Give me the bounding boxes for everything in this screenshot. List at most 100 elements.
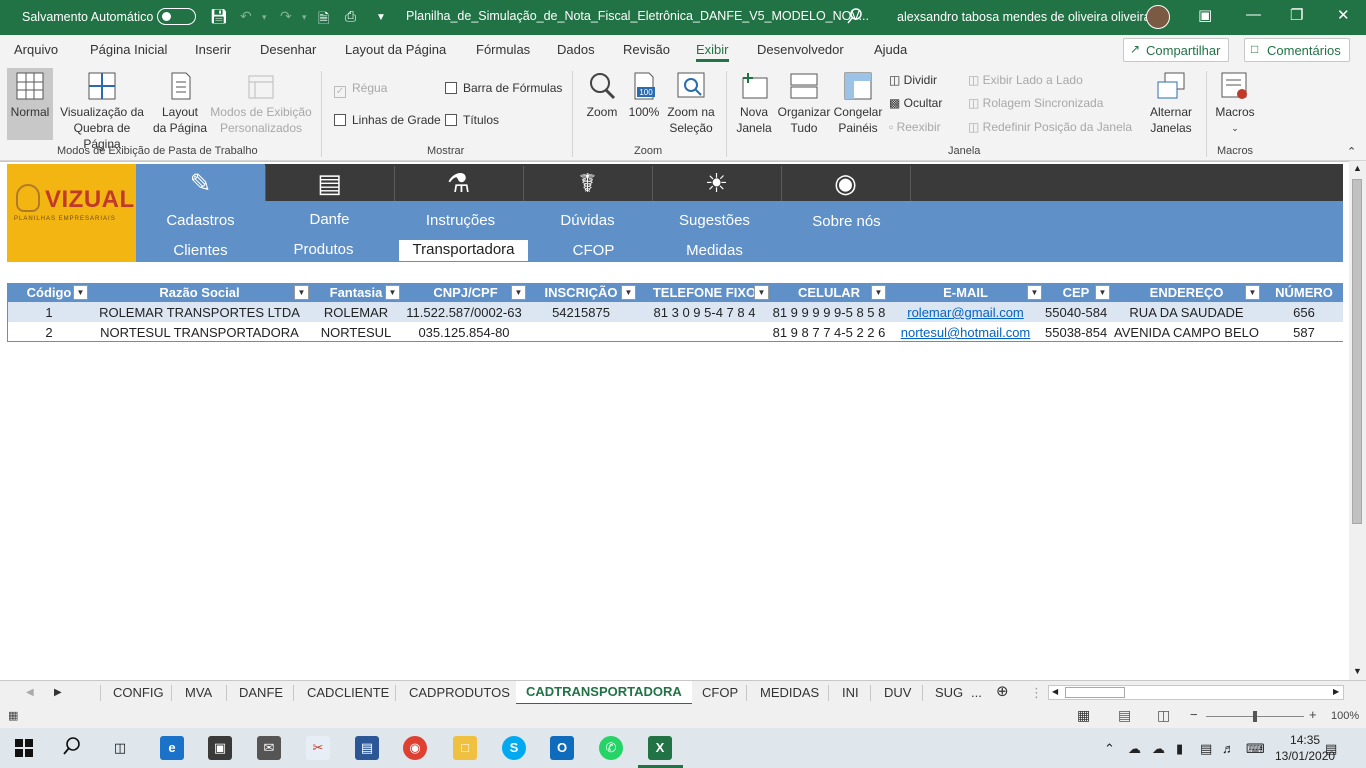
question-people-icon[interactable]: ☤ xyxy=(523,168,652,198)
ruler-checkbox[interactable]: ✓ Régua xyxy=(334,81,387,98)
chrome-icon[interactable]: ◉ xyxy=(403,736,427,760)
network-icon[interactable]: ▤ xyxy=(1200,741,1212,757)
cell-email[interactable]: nortesul@hotmail.com xyxy=(891,325,1040,340)
cell-telefone-fixo[interactable]: 81 3 0 9 5-4 7 8 4 xyxy=(647,305,762,320)
vertical-scrollbar[interactable]: ▲ ▼ xyxy=(1349,161,1366,680)
tab-splitter-icon[interactable]: ⋮ xyxy=(1030,685,1043,701)
skype-icon[interactable]: S xyxy=(502,736,526,760)
filter-dropdown-icon[interactable]: ▼ xyxy=(1095,285,1110,300)
scroll-right-icon[interactable]: ▶ xyxy=(1333,687,1339,696)
store-icon[interactable]: ▣ xyxy=(208,736,232,760)
snipping-tool-icon[interactable]: ✂ xyxy=(306,736,330,760)
freeze-panes-button[interactable]: Congelar Painéis xyxy=(832,72,884,136)
cell-cep[interactable]: 55038-854 xyxy=(1045,325,1107,340)
cell-razao-social[interactable]: NORTESUL TRANSPORTADORA xyxy=(97,325,302,340)
zoom-slider-thumb[interactable] xyxy=(1253,711,1257,722)
filter-dropdown-icon[interactable]: ▼ xyxy=(871,285,886,300)
cell-cnpj-cpf[interactable]: 11.522.587/0002-63 xyxy=(403,305,525,320)
avatar[interactable] xyxy=(1146,5,1170,29)
tray-chevron-icon[interactable]: ⌃ xyxy=(1104,741,1115,757)
page-break-preview-button[interactable]: Visualização da Quebra de Página xyxy=(54,72,150,152)
sheet-tab-config[interactable]: CONFIG xyxy=(113,685,164,700)
filter-dropdown-icon[interactable]: ▼ xyxy=(754,285,769,300)
cell-numero[interactable]: 587 xyxy=(1269,325,1339,340)
unhide-button[interactable]: ▫ Reexibir xyxy=(889,120,941,134)
sheet-tab-danfe[interactable]: DANFE xyxy=(239,685,283,700)
cell-endereco[interactable]: RUA DA SAUDADE xyxy=(1114,305,1259,320)
filter-dropdown-icon[interactable]: ▼ xyxy=(73,285,88,300)
undo-icon[interactable]: ↶ xyxy=(240,8,252,25)
switch-windows-button[interactable]: Alternar Janelas xyxy=(1144,72,1198,136)
lightbulb-icon[interactable]: ☀ xyxy=(652,168,781,198)
zoom-slider[interactable] xyxy=(1206,711,1304,722)
nav-cadastros[interactable]: Cadastros xyxy=(136,212,265,229)
mail-icon[interactable]: ✉ xyxy=(257,736,281,760)
scrollbar-thumb[interactable] xyxy=(1352,179,1362,524)
redo-dropdown-icon[interactable]: ▾ xyxy=(302,12,307,23)
cell-fantasia[interactable]: ROLEMAR xyxy=(319,305,393,320)
email-link[interactable]: rolemar@gmail.com xyxy=(907,305,1024,320)
tab-revisao[interactable]: Revisão xyxy=(623,42,670,57)
split-button[interactable]: ◫ Dividir xyxy=(889,73,937,87)
page-layout-button[interactable]: Layout da Página xyxy=(152,72,208,136)
excel-icon[interactable]: X xyxy=(648,736,672,760)
tab-desenhar[interactable]: Desenhar xyxy=(260,42,316,57)
cell-razao-social[interactable]: ROLEMAR TRANSPORTES LTDA xyxy=(97,305,302,320)
task-view-icon[interactable]: ◫ xyxy=(108,736,132,760)
hide-button[interactable]: ▩ Ocultar xyxy=(889,96,942,110)
search-icon[interactable] xyxy=(847,8,863,27)
filter-dropdown-icon[interactable]: ▼ xyxy=(385,285,400,300)
tab-pagina-inicial[interactable]: Página Inicial xyxy=(90,42,167,57)
add-sheet-icon[interactable]: ⊕ xyxy=(996,682,1009,700)
view-side-by-side-button[interactable]: ◫ Exibir Lado a Lado xyxy=(968,73,1083,87)
new-window-button[interactable]: Nova Janela xyxy=(734,72,774,136)
zoom-button[interactable]: Zoom xyxy=(582,72,622,120)
zoom-out-icon[interactable]: − xyxy=(1190,707,1198,722)
tab-arquivo[interactable]: Arquivo xyxy=(14,42,58,57)
cell-email[interactable]: rolemar@gmail.com xyxy=(891,305,1040,320)
taskbar-search-icon[interactable] xyxy=(63,737,81,760)
presentation-icon[interactable]: ⚗ xyxy=(394,168,523,198)
nav-sobre-nos[interactable]: Sobre nós xyxy=(782,213,911,230)
page-layout-status-icon[interactable]: ▤ xyxy=(1118,707,1131,724)
sheet-tab-cfop[interactable]: CFOP xyxy=(702,685,738,700)
filter-dropdown-icon[interactable]: ▼ xyxy=(621,285,636,300)
sheet-tab-medidas[interactable]: MEDIDAS xyxy=(760,685,819,700)
tab-exibir[interactable]: Exibir xyxy=(696,42,729,62)
sheet-tab-cadprodutos[interactable]: CADPRODUTOS xyxy=(409,685,510,700)
tab-inserir[interactable]: Inserir xyxy=(195,42,231,57)
reset-position-button[interactable]: ◫ Redefinir Posição da Janela xyxy=(968,120,1132,134)
file-explorer-icon[interactable]: □ xyxy=(453,736,477,760)
collapse-ribbon-icon[interactable]: ⌃ xyxy=(1347,145,1356,158)
sync-scroll-button[interactable]: ◫ Rolagem Sincronizada xyxy=(968,96,1103,110)
cell-celular[interactable]: 81 9 8 7 7 4-5 2 2 6 xyxy=(771,325,887,340)
sheet-tab-cadcliente[interactable]: CADCLIENTE xyxy=(307,685,389,700)
cell-endereco[interactable]: AVENIDA CAMPO BELO xyxy=(1114,325,1259,340)
horizontal-scrollbar[interactable]: ◀ ▶ xyxy=(1048,685,1344,700)
table-row[interactable]: 2 NORTESUL TRANSPORTADORA NORTESUL 035.1… xyxy=(7,322,1343,342)
sheet-tab-sug[interactable]: SUG xyxy=(935,685,963,700)
cloud-icon[interactable]: ☁ xyxy=(1152,741,1165,757)
zoom-level[interactable]: 100% xyxy=(1331,710,1359,722)
nav-medidas[interactable]: Medidas xyxy=(650,242,779,259)
tab-desenvolvedor[interactable]: Desenvolvedor xyxy=(757,42,844,57)
print-preview-icon[interactable]: ⎙ xyxy=(345,8,356,25)
cell-numero[interactable]: 656 xyxy=(1269,305,1339,320)
cell-codigo[interactable]: 2 xyxy=(19,325,79,340)
edge-browser-icon[interactable]: e xyxy=(160,736,184,760)
sheet-tab-cadtransportadora[interactable]: CADTRANSPORTADORA xyxy=(516,681,692,705)
tab-formulas[interactable]: Fórmulas xyxy=(476,42,530,57)
zoom-in-icon[interactable]: + xyxy=(1309,707,1317,722)
custom-views-button[interactable]: Modos de Exibição Personalizados xyxy=(208,72,314,136)
volume-icon[interactable]: ♬ xyxy=(1222,741,1235,756)
cell-cnpj-cpf[interactable]: 035.125.854-80 xyxy=(403,325,525,340)
nav-clientes[interactable]: Clientes xyxy=(136,242,265,259)
macros-button[interactable]: Macros ⌄ xyxy=(1212,72,1258,136)
pencil-icon[interactable]: ✎ xyxy=(136,168,265,198)
autosave-toggle[interactable] xyxy=(157,8,196,25)
notifications-icon[interactable]: ▤ xyxy=(1325,741,1337,757)
page-break-status-icon[interactable]: ◫ xyxy=(1157,707,1170,724)
filter-dropdown-icon[interactable]: ▼ xyxy=(1027,285,1042,300)
outlook-icon[interactable]: O xyxy=(550,736,574,760)
owl-icon[interactable]: ◉ xyxy=(781,168,910,198)
